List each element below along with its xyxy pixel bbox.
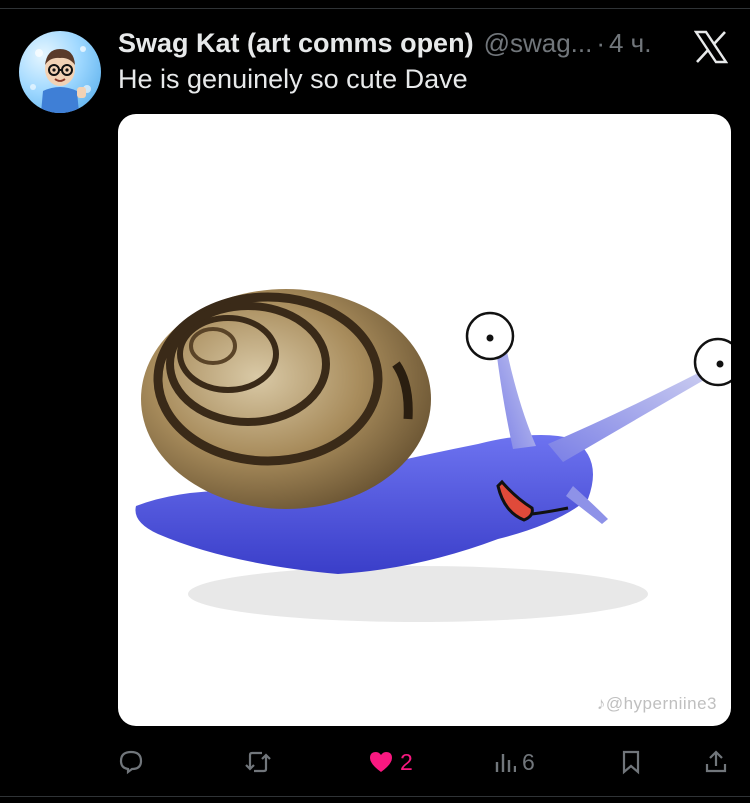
bookmark-icon xyxy=(622,750,640,775)
tweet-actions: 2 6 xyxy=(0,742,750,782)
bottom-divider xyxy=(0,796,750,797)
reply-button[interactable] xyxy=(118,742,150,782)
avatar[interactable] xyxy=(19,31,101,113)
reply-icon xyxy=(119,750,143,775)
timestamp[interactable]: 4 ч. xyxy=(609,28,651,59)
user-handle[interactable]: @swag... xyxy=(484,28,593,59)
views-icon xyxy=(495,754,516,772)
display-name[interactable]: Swag Kat (art comms open) xyxy=(118,28,474,59)
bookmark-button[interactable] xyxy=(620,742,642,782)
tweet-text: He is genuinely so cute Dave xyxy=(118,64,468,94)
retweet-icon xyxy=(245,751,271,773)
separator-dot: · xyxy=(596,28,605,58)
tweet-header: Swag Kat (art comms open) @swag... · 4 ч… xyxy=(118,28,651,62)
views-count: 6 xyxy=(522,748,535,775)
share-button[interactable] xyxy=(704,742,728,782)
x-logo-icon[interactable] xyxy=(693,30,729,64)
top-divider xyxy=(0,8,750,9)
views-button[interactable]: 6 xyxy=(494,742,535,782)
tweet-media-image[interactable]: ♪@hyperniine3 xyxy=(118,114,731,726)
watermark-text: ♪@hyperniine3 xyxy=(596,694,717,713)
retweet-button[interactable] xyxy=(244,742,278,782)
like-button[interactable]: 2 xyxy=(368,742,413,782)
share-icon xyxy=(705,750,727,773)
like-count: 2 xyxy=(400,748,413,775)
heart-icon xyxy=(370,752,392,772)
